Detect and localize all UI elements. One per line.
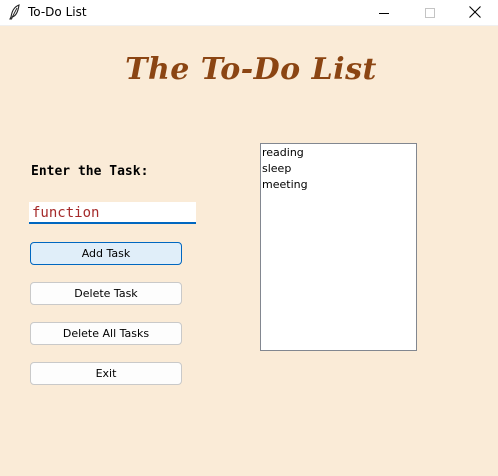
title-bar[interactable]: To-Do List xyxy=(0,0,498,26)
list-item[interactable]: reading xyxy=(262,145,415,161)
list-item[interactable]: meeting xyxy=(262,177,415,193)
close-icon xyxy=(469,3,481,22)
maximize-button[interactable] xyxy=(407,0,453,25)
delete-all-tasks-button[interactable]: Delete All Tasks xyxy=(30,322,182,345)
minimize-button[interactable] xyxy=(361,0,407,25)
page-title: The To-Do List xyxy=(125,52,377,87)
window-title: To-Do List xyxy=(28,5,87,19)
maximize-icon xyxy=(425,3,435,22)
list-item[interactable]: sleep xyxy=(262,161,415,177)
close-button[interactable] xyxy=(452,0,498,25)
task-label: Enter the Task: xyxy=(31,164,149,179)
task-listbox[interactable]: reading sleep meeting xyxy=(260,143,417,351)
task-input[interactable] xyxy=(29,202,196,224)
app-window: To-Do List The To-Do List Enter the Task… xyxy=(0,0,498,476)
minimize-icon xyxy=(379,3,389,22)
feather-icon xyxy=(8,4,22,20)
add-task-button[interactable]: Add Task xyxy=(30,242,182,265)
exit-button[interactable]: Exit xyxy=(30,362,182,385)
delete-task-button[interactable]: Delete Task xyxy=(30,282,182,305)
